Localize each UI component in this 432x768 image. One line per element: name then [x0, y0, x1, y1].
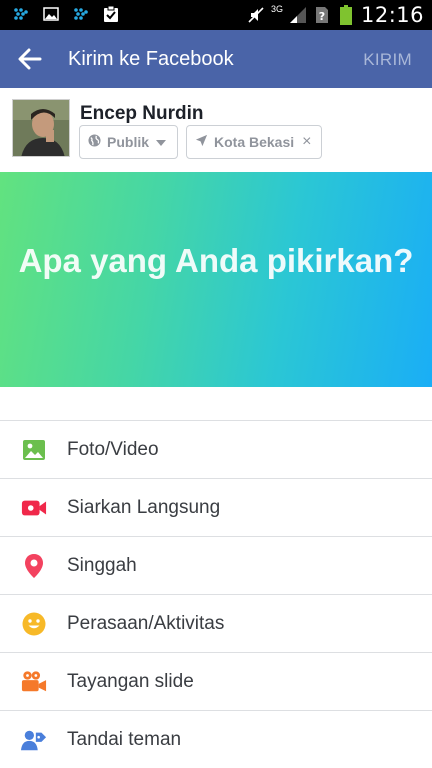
signal-icon: [289, 6, 307, 24]
option-slideshow[interactable]: Tayangan slide: [0, 653, 432, 711]
globe-icon: [88, 134, 101, 150]
app-bar: Kirim ke Facebook KIRIM: [0, 30, 432, 88]
option-tag-friends[interactable]: Tandai teman: [0, 711, 432, 768]
option-label: Singgah: [67, 554, 137, 576]
clock: 12:16: [360, 3, 424, 27]
page-title: Kirim ke Facebook: [68, 48, 234, 70]
option-label: Tayangan slide: [67, 670, 194, 692]
status-bar: 3G ? 12:16: [0, 0, 432, 30]
clear-location-button[interactable]: ×: [302, 133, 311, 151]
option-live[interactable]: Siarkan Langsung: [0, 479, 432, 537]
option-photo-video[interactable]: Foto/Video: [0, 421, 432, 479]
option-label: Perasaan/Aktivitas: [67, 612, 225, 634]
no-sim-icon: ?: [313, 6, 331, 24]
image-notification-icon: [42, 5, 60, 23]
svg-text:?: ?: [319, 10, 325, 23]
mute-icon: [247, 6, 265, 24]
location-pin-icon: [21, 553, 47, 579]
option-check-in[interactable]: Singgah: [0, 537, 432, 595]
avatar: [12, 99, 70, 157]
blackberry-icon: [72, 5, 90, 23]
option-label: Foto/Video: [67, 438, 159, 460]
privacy-selector[interactable]: Publik: [79, 125, 178, 159]
user-row: Encep Nurdin Publik Kota Bekasi ×: [0, 88, 432, 172]
photo-icon: [21, 437, 47, 463]
tag-friend-icon: [21, 727, 47, 753]
chevron-down-icon: [155, 134, 167, 150]
option-label: Siarkan Langsung: [67, 496, 221, 518]
privacy-label: Publik: [107, 134, 150, 150]
live-video-icon: [21, 495, 47, 521]
blackberry-icon: [12, 5, 30, 23]
composer-area[interactable]: Apa yang Anda pikirkan?: [0, 172, 432, 387]
composer-options-list: Foto/Video Siarkan Langsung Singgah Pera…: [0, 420, 432, 768]
battery-icon: [337, 5, 355, 25]
slideshow-camera-icon: [21, 669, 47, 695]
location-chip[interactable]: Kota Bekasi ×: [186, 125, 322, 159]
network-type-label: 3G: [270, 4, 283, 14]
location-arrow-icon: [195, 134, 208, 150]
option-label: Tandai teman: [67, 729, 182, 750]
composer-prompt: Apa yang Anda pikirkan?: [18, 242, 414, 279]
smiley-icon: [21, 611, 47, 637]
clipboard-check-icon: [102, 5, 120, 23]
user-name: Encep Nurdin: [80, 103, 204, 124]
location-label: Kota Bekasi: [214, 134, 295, 150]
option-feeling-activity[interactable]: Perasaan/Aktivitas: [0, 595, 432, 653]
back-arrow-icon[interactable]: [14, 44, 46, 74]
post-button[interactable]: KIRIM: [363, 50, 412, 70]
